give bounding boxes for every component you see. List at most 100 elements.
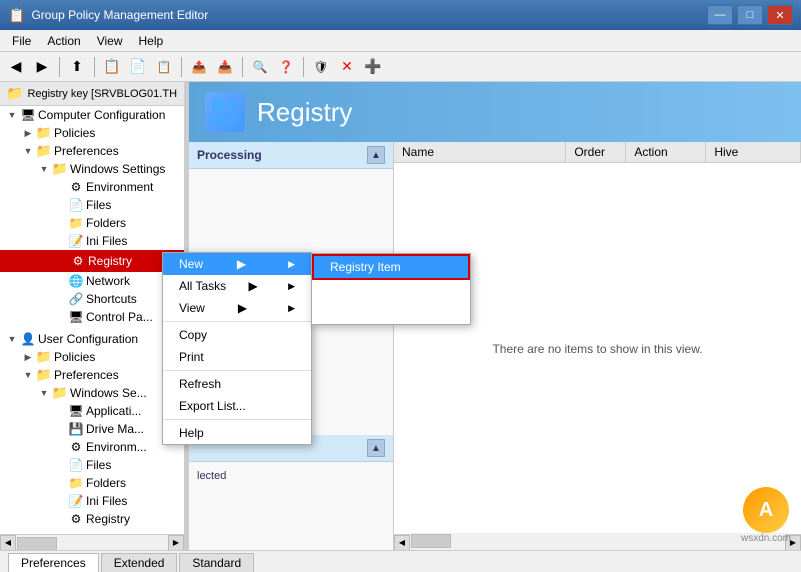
scroll-thumb-tree[interactable] [17, 537, 57, 550]
setting-icon-environment-1: ⚙ [68, 179, 84, 195]
tab-standard[interactable]: Standard [179, 553, 254, 572]
ctx-help[interactable]: Help [163, 422, 311, 444]
menu-action[interactable]: Action [39, 32, 88, 50]
shield-button[interactable]: 🛡 [309, 55, 333, 79]
setting-icon-files-2: 📄 [68, 457, 84, 473]
tree-node-apps[interactable]: 🖥 Applicati... [0, 402, 184, 420]
menu-view[interactable]: View [89, 32, 131, 50]
tree-node-windows-settings-2[interactable]: ▼ 📁 Windows Se... [0, 384, 184, 402]
expander-computer-config[interactable]: ▼ [4, 107, 20, 123]
add-button[interactable]: ➕ [361, 55, 385, 79]
files-2-label: Files [86, 458, 111, 472]
submenu-registry-item[interactable]: Registry Item [312, 254, 470, 280]
network-1-label: Network [86, 274, 130, 288]
tree-node-windows-settings-1[interactable]: ▼ 📁 Windows Settings [0, 160, 184, 178]
paste-button[interactable]: 📋 [152, 55, 176, 79]
processing-section-bar: Processing ▲ [189, 142, 393, 169]
table-scrollbar[interactable]: ◀ ▶ [394, 534, 801, 550]
scroll-right-btn[interactable]: ▶ [168, 535, 184, 551]
toolbar-separator-4 [242, 57, 243, 77]
tree-header: 📁 Registry key [SRVBLOG01.TH [0, 82, 184, 106]
tree-node-preferences-2[interactable]: ▼ 📁 Preferences [0, 366, 184, 384]
tree-content[interactable]: ▼ 🖥 Computer Configuration ▶ 📁 Policies … [0, 106, 184, 550]
ctx-all-tasks[interactable]: All Tasks ▶ [163, 275, 311, 297]
minimize-button[interactable]: — [707, 5, 733, 25]
back-button[interactable]: ◀ [4, 55, 28, 79]
tab-preferences[interactable]: Preferences [8, 553, 99, 572]
ctx-print[interactable]: Print [163, 346, 311, 368]
tree-node-control-panel-1[interactable]: 🖥 Control Pa... [0, 308, 184, 326]
drives-label: Drive Ma... [86, 422, 144, 436]
tree-node-policies-1[interactable]: ▶ 📁 Policies [0, 124, 184, 142]
properties-button[interactable]: 🔍 [248, 55, 272, 79]
tree-node-policies-2[interactable]: ▶ 📁 Policies [0, 348, 184, 366]
tree-node-user-config[interactable]: ▼ 👤 User Configuration [0, 330, 184, 348]
close-button[interactable]: ✕ [767, 5, 793, 25]
tree-node-files-2[interactable]: 📄 Files [0, 456, 184, 474]
expander-policies-2[interactable]: ▶ [20, 349, 36, 365]
col-hive: Hive [706, 142, 801, 162]
second-collapse-btn[interactable]: ▲ [367, 439, 385, 457]
menu-file[interactable]: File [4, 32, 39, 50]
tree-node-environment-2[interactable]: ⚙ Environm... [0, 438, 184, 456]
ctx-view[interactable]: View ▶ [163, 297, 311, 319]
tree-node-folders-1[interactable]: 📁 Folders [0, 214, 184, 232]
expander-preferences-1[interactable]: ▼ [20, 143, 36, 159]
ctx-export[interactable]: Export List... [163, 395, 311, 417]
expander-user-config[interactable]: ▼ [4, 331, 20, 347]
cancel-button[interactable]: ✕ [335, 55, 359, 79]
tree-node-network-1[interactable]: 🌐 Network [0, 272, 184, 290]
table-scroll-thumb[interactable] [411, 534, 451, 548]
scroll-left-btn[interactable]: ◀ [0, 535, 16, 551]
expander-preferences-2[interactable]: ▼ [20, 367, 36, 383]
processing-collapse-btn[interactable]: ▲ [367, 146, 385, 164]
new-submenu[interactable]: Registry Item Collection Item Registry W… [311, 253, 471, 325]
window-controls: — □ ✕ [707, 5, 793, 25]
tree-node-registry-2[interactable]: ⚙ Registry [0, 510, 184, 528]
table-scroll-left[interactable]: ◀ [394, 535, 410, 551]
table-header: Name Order Action Hive [394, 142, 801, 163]
tree-node-drives[interactable]: 💾 Drive Ma... [0, 420, 184, 438]
copy-button[interactable]: 📄 [126, 55, 150, 79]
registry-1-label: Registry [88, 254, 132, 268]
title-bar: 📋 Group Policy Management Editor — □ ✕ [0, 0, 801, 30]
forward-button[interactable]: ▶ [30, 55, 54, 79]
submenu-registry-wizard[interactable]: Registry Wizard [312, 302, 470, 324]
ctx-refresh[interactable]: Refresh [163, 373, 311, 395]
show-hide-button[interactable]: 📋 [100, 55, 124, 79]
toolbar-separator-2 [94, 57, 95, 77]
menu-help[interactable]: Help [131, 32, 172, 50]
export-button[interactable]: 📤 [187, 55, 211, 79]
setting-icon-registry-1: ⚙ [70, 253, 86, 269]
expander-windows-settings-1[interactable]: ▼ [36, 161, 52, 177]
tab-extended[interactable]: Extended [101, 553, 178, 572]
user-config-icon: 👤 [20, 331, 36, 347]
context-menu[interactable]: New ▶ Registry Item Collection Item Regi… [162, 252, 312, 445]
menu-bar: File Action View Help [0, 30, 801, 52]
setting-icon-control-1: 🖥 [68, 309, 84, 325]
submenu-collection-item[interactable]: Collection Item [312, 280, 470, 302]
tree-scrollbar[interactable]: ◀ ▶ [0, 534, 184, 550]
tree-node-environment-1[interactable]: ⚙ Environment [0, 178, 184, 196]
table-scroll-track [410, 533, 785, 550]
import-button[interactable]: 📥 [213, 55, 237, 79]
folders-1-label: Folders [86, 216, 126, 230]
ctx-new[interactable]: New ▶ Registry Item Collection Item Regi… [163, 253, 311, 275]
expander-windows-settings-2[interactable]: ▼ [36, 385, 52, 401]
up-button[interactable]: ⬆ [65, 55, 89, 79]
tree-node-ini-files-1[interactable]: 📝 Ini Files [0, 232, 184, 250]
tree-node-shortcuts-1[interactable]: 🔗 Shortcuts [0, 290, 184, 308]
watermark-container: A wsxdn.com [741, 487, 791, 544]
ctx-copy[interactable]: Copy [163, 324, 311, 346]
help-button[interactable]: ❓ [274, 55, 298, 79]
tree-node-preferences-1[interactable]: ▼ 📁 Preferences [0, 142, 184, 160]
selected-label: lected [189, 462, 393, 490]
tree-node-computer-config[interactable]: ▼ 🖥 Computer Configuration [0, 106, 184, 124]
tree-node-registry-1[interactable]: ⚙ Registry [0, 250, 184, 272]
tree-node-ini-files-2[interactable]: 📝 Ini Files [0, 492, 184, 510]
expander-policies-1[interactable]: ▶ [20, 125, 36, 141]
ini-files-2-label: Ini Files [86, 494, 127, 508]
tree-node-files-1[interactable]: 📄 Files [0, 196, 184, 214]
tree-node-folders-2[interactable]: 📁 Folders [0, 474, 184, 492]
maximize-button[interactable]: □ [737, 5, 763, 25]
